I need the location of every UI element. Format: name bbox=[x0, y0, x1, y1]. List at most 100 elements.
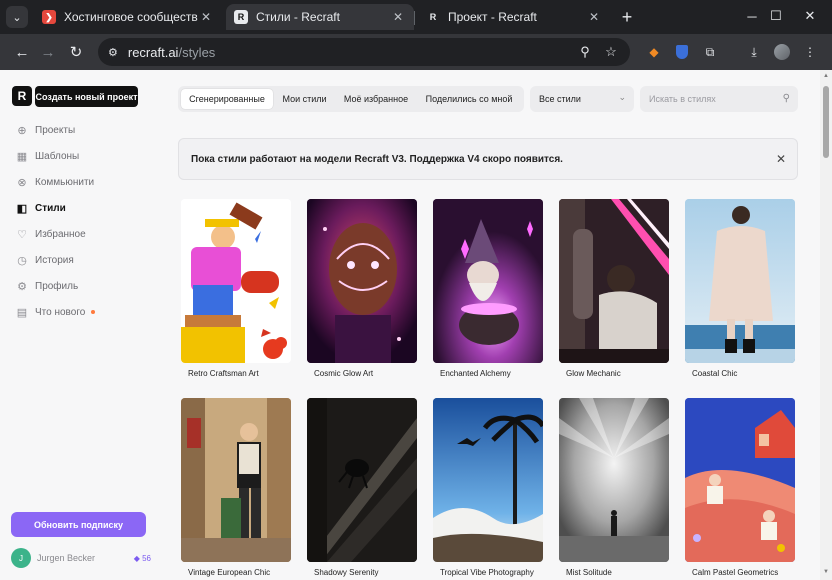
avatar: J bbox=[11, 548, 31, 568]
document-icon: ▤ bbox=[16, 306, 28, 319]
page-scrollbar[interactable]: ▲ ▼ bbox=[820, 70, 832, 580]
browser-menu-icon[interactable]: ⋮ bbox=[800, 42, 820, 62]
scroll-up-icon[interactable]: ▲ bbox=[822, 73, 830, 81]
chevron-down-icon: ⌄ bbox=[12, 11, 22, 24]
timeweb-favicon-icon: ❯ bbox=[42, 10, 56, 24]
style-preview-image[interactable] bbox=[181, 398, 291, 562]
style-filter-tabs: Сгенерированные Мои стили Моё избранное … bbox=[178, 86, 524, 112]
browser-tab-timeweb[interactable]: ❯ Хостинговое сообщество «Tim ✕ bbox=[34, 4, 222, 30]
scrollbar-thumb[interactable] bbox=[823, 86, 829, 158]
settings-icon: ⚙ bbox=[17, 280, 27, 293]
tab-close-icon[interactable]: ✕ bbox=[198, 10, 214, 24]
maximize-icon: ☐ bbox=[770, 8, 782, 23]
new-tab-button[interactable]: + bbox=[616, 6, 638, 28]
enchanted-alchemy-illustration bbox=[433, 199, 543, 363]
profile-avatar-icon[interactable] bbox=[772, 42, 792, 62]
sidebar-item-profile[interactable]: ⚙ Профиль bbox=[16, 277, 156, 295]
mist-solitude-illustration bbox=[559, 398, 669, 562]
tab-search-button[interactable]: ⌄ bbox=[6, 6, 28, 28]
chevron-down-icon: ⌄ bbox=[618, 92, 626, 102]
style-name: Mist Solitude bbox=[566, 568, 612, 577]
upgrade-subscription-button[interactable]: Обновить подписку bbox=[11, 512, 146, 537]
extension-shield-icon[interactable] bbox=[672, 42, 692, 62]
sidebar-item-favorites[interactable]: ♡ Избранное bbox=[16, 225, 156, 243]
arrow-left-icon: ← bbox=[14, 43, 30, 61]
scroll-down-icon[interactable]: ▼ bbox=[822, 569, 830, 577]
sidebar-item-label: Коммьюнити bbox=[35, 176, 95, 188]
sidebar-item-styles[interactable]: ◧ Стили bbox=[16, 199, 156, 217]
browser-chrome: ⌄ ❯ Хостинговое сообщество «Tim ✕ R Стил… bbox=[0, 0, 832, 70]
recraft-logo-icon[interactable]: R bbox=[12, 86, 32, 106]
address-bar[interactable]: ⚙ recraft.ai/styles ⚲ ☆ bbox=[98, 38, 630, 66]
create-project-button[interactable]: Создать новый проект bbox=[35, 86, 138, 107]
search-icon: ⚲ bbox=[782, 93, 790, 104]
styles-page: R Создать новый проект ⊕ Проекты ▦ Шабло… bbox=[0, 70, 820, 580]
style-preview-image[interactable] bbox=[433, 398, 543, 562]
style-preview-image[interactable] bbox=[307, 199, 417, 363]
tab-close-icon[interactable]: ✕ bbox=[390, 10, 406, 24]
sidebar-item-label: Стили bbox=[35, 202, 66, 214]
user-profile[interactable]: J Jurgen Becker ◆ 56 bbox=[11, 548, 151, 568]
style-preview-image[interactable] bbox=[559, 398, 669, 562]
browser-tab-project[interactable]: R Проект - Recraft ✕ bbox=[418, 4, 610, 30]
back-button[interactable]: ← bbox=[10, 40, 34, 64]
tab-close-icon[interactable]: ✕ bbox=[586, 10, 602, 24]
tab-my-favorites[interactable]: Моё избранное bbox=[336, 89, 416, 109]
sidebar-item-whats-new[interactable]: ▤ Что нового bbox=[16, 303, 156, 321]
style-type-select[interactable]: Все стили ⌄ bbox=[530, 86, 634, 112]
bookmark-star-icon[interactable]: ☆ bbox=[602, 43, 620, 61]
calm-pastel-illustration bbox=[685, 398, 795, 562]
sidebar-item-templates[interactable]: ▦ Шаблоны bbox=[16, 147, 156, 165]
heart-icon: ♡ bbox=[17, 228, 27, 241]
style-preview-image[interactable] bbox=[559, 199, 669, 363]
browser-tab-styles[interactable]: R Стили - Recraft ✕ bbox=[226, 4, 414, 30]
style-preview-image[interactable] bbox=[181, 199, 291, 363]
cosmic-glow-illustration bbox=[307, 199, 417, 363]
grid-icon: ▦ bbox=[16, 150, 28, 163]
style-preview-image[interactable] bbox=[685, 398, 795, 562]
browser-toolbar: ← → ↻ ⚙ recraft.ai/styles ⚲ ☆ ◆ ⧉ ⤓ ⋮ bbox=[0, 34, 832, 70]
plus-circle-icon: ⊕ bbox=[17, 124, 27, 137]
sidebar: R Создать новый проект ⊕ Проекты ▦ Шабло… bbox=[0, 70, 162, 580]
maximize-button[interactable]: ☐ bbox=[760, 4, 792, 28]
site-info-icon[interactable]: ⚙ bbox=[108, 46, 118, 59]
tab-strip: ⌄ ❯ Хостинговое сообщество «Tim ✕ R Стил… bbox=[0, 0, 832, 34]
style-search[interactable]: ⚲ bbox=[640, 86, 798, 112]
style-name: Enchanted Alchemy bbox=[440, 369, 511, 378]
zoom-icon[interactable]: ⚲ bbox=[576, 43, 594, 61]
vintage-european-illustration bbox=[181, 398, 291, 562]
close-icon[interactable]: ✕ bbox=[773, 151, 789, 167]
search-input[interactable] bbox=[649, 94, 769, 104]
close-window-button[interactable]: ✕ bbox=[794, 4, 826, 28]
credits-badge: ◆ 56 bbox=[133, 553, 151, 563]
reload-button[interactable]: ↻ bbox=[64, 40, 88, 64]
style-name: Retro Craftsman Art bbox=[188, 369, 259, 378]
download-icon[interactable]: ⤓ bbox=[744, 42, 764, 62]
info-banner: Пока стили работают на модели Recraft V3… bbox=[178, 138, 798, 180]
style-name: Shadowy Serenity bbox=[314, 568, 379, 577]
tab-generated[interactable]: Сгенерированные bbox=[181, 89, 273, 109]
sidebar-item-label: Что нового bbox=[35, 306, 86, 318]
style-preview-image[interactable] bbox=[433, 199, 543, 363]
tab-shared-with-me[interactable]: Поделились со мной bbox=[418, 89, 520, 109]
tab-my-styles[interactable]: Мои стили bbox=[275, 89, 334, 109]
style-preview-image[interactable] bbox=[685, 199, 795, 363]
globe-icon: ⊗ bbox=[17, 176, 27, 189]
sidebar-item-projects[interactable]: ⊕ Проекты bbox=[16, 121, 156, 139]
unread-dot bbox=[91, 310, 96, 314]
style-preview-image[interactable] bbox=[307, 398, 417, 562]
sidebar-item-label: Проекты bbox=[35, 124, 76, 136]
extension-fox-icon[interactable]: ◆ bbox=[644, 42, 664, 62]
url-host: recraft.ai bbox=[127, 44, 179, 60]
sidebar-item-history[interactable]: ◷ История bbox=[16, 251, 156, 269]
sidebar-item-label: Профиль bbox=[35, 280, 79, 292]
sidebar-item-label: История bbox=[35, 254, 74, 266]
select-value: Все стили bbox=[539, 94, 581, 104]
style-name: Calm Pastel Geometrics bbox=[692, 568, 779, 577]
forward-button[interactable]: → bbox=[36, 40, 60, 64]
style-name: Cosmic Glow Art bbox=[314, 369, 374, 378]
sidebar-item-label: Шаблоны bbox=[35, 150, 80, 162]
sidebar-item-community[interactable]: ⊗ Коммьюнити bbox=[16, 173, 156, 191]
extensions-puzzle-icon[interactable]: ⧉ bbox=[700, 42, 720, 62]
user-name: Jurgen Becker bbox=[37, 553, 96, 563]
